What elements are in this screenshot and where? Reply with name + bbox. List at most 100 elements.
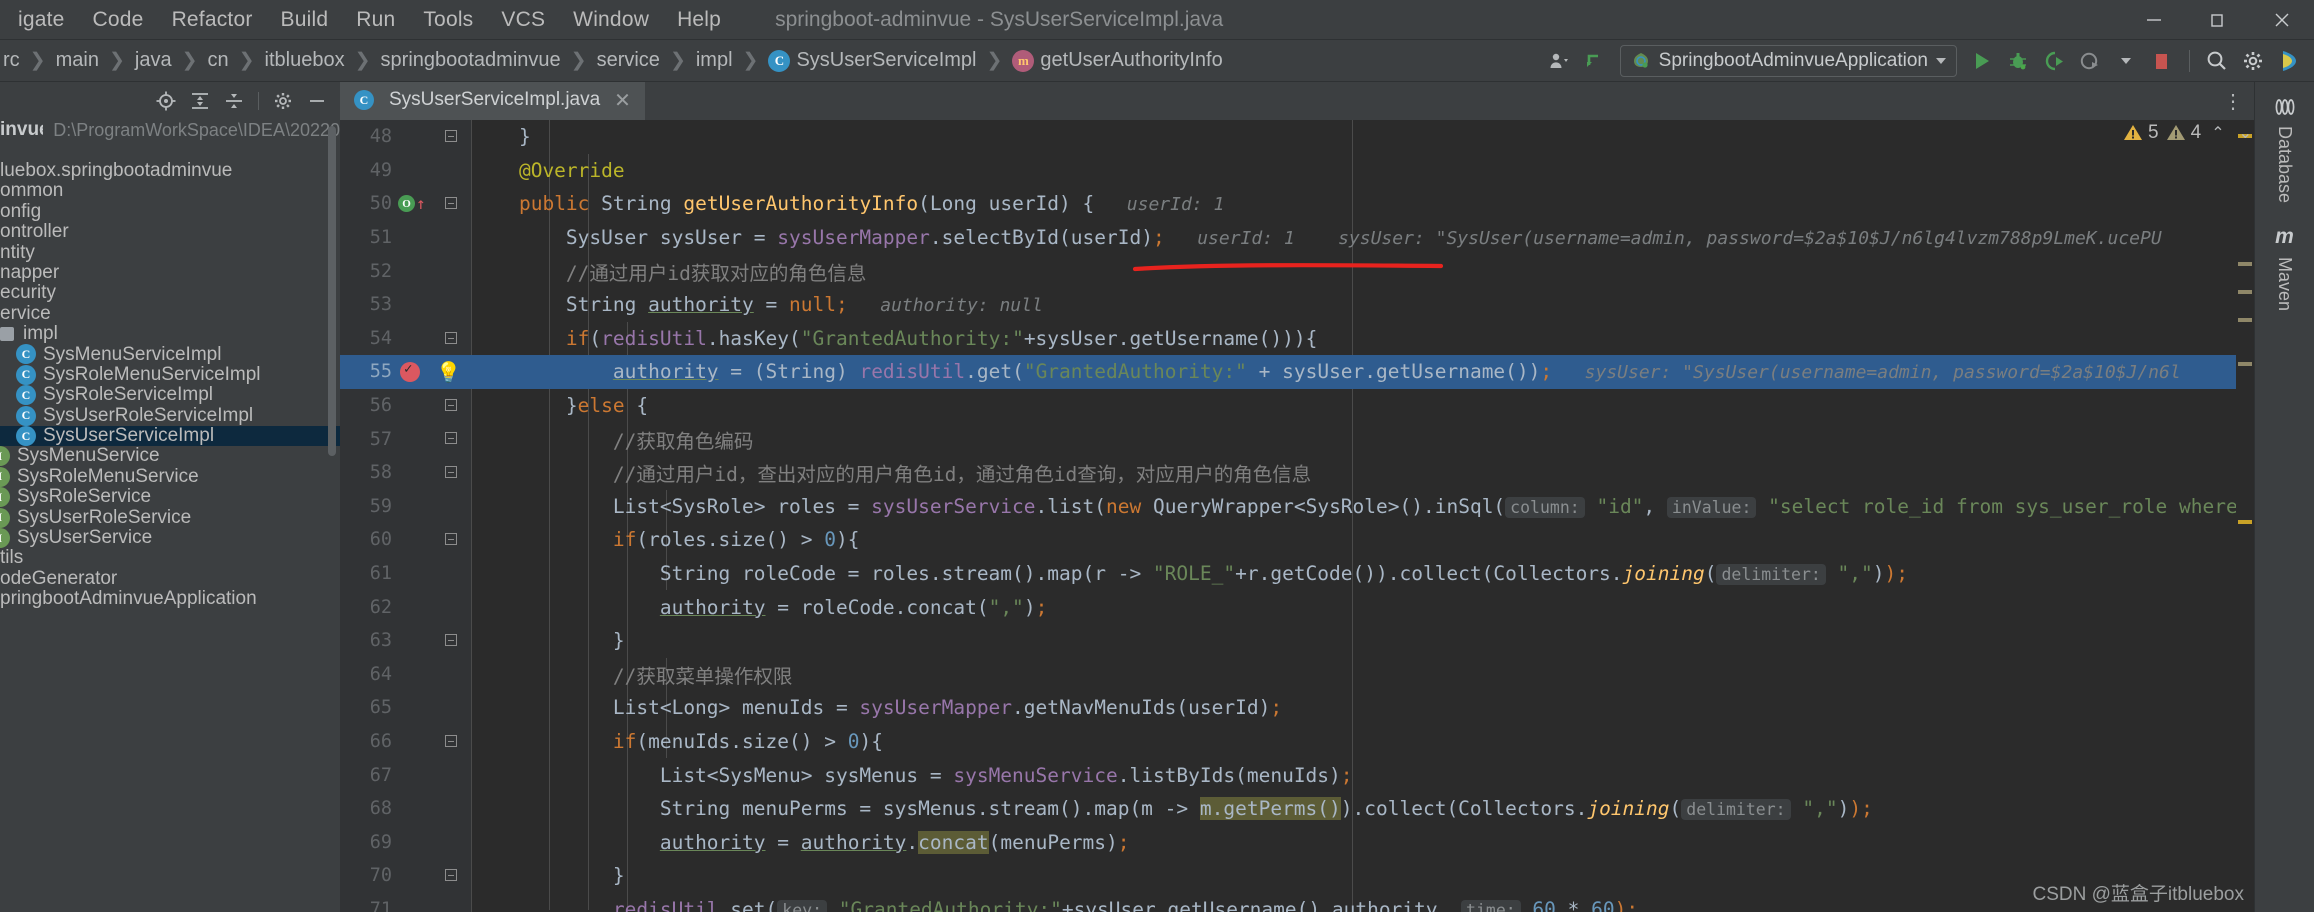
tree-item-common[interactable]: ommon [0, 180, 340, 201]
minimize-button[interactable] [2122, 0, 2186, 40]
error-stripe[interactable] [2236, 120, 2254, 912]
code-line[interactable]: 49 @Override [340, 154, 2254, 188]
menu-item-build[interactable]: Build [267, 6, 343, 34]
code-line[interactable]: 64 //获取菜单操作权限 [340, 658, 2254, 692]
code-line[interactable]: 53 String authority = null; authority: n… [340, 288, 2254, 322]
code-line[interactable]: 58 //通过用户id，查出对应的用户角色id，通过角色id查询，对应用户的角色… [340, 456, 2254, 490]
run-icon[interactable] [1965, 44, 1999, 78]
fold-marker-icon[interactable] [443, 632, 459, 648]
tree-item-security[interactable]: ecurity [0, 282, 340, 303]
select-opened-file-icon[interactable] [151, 86, 181, 116]
breadcrumb-item-itbluebox[interactable]: itbluebox [262, 48, 348, 73]
code-line[interactable]: 56 }else { [340, 389, 2254, 423]
fold-marker-icon[interactable] [443, 867, 459, 883]
code-editor[interactable]: 48 } 49 @Override 50 O ↑ public String g… [340, 120, 2254, 912]
vcs-update-icon[interactable] [1578, 44, 1612, 78]
menu-item-vcs[interactable]: VCS [487, 6, 559, 34]
fold-marker-icon[interactable] [443, 397, 459, 413]
inspection-widget[interactable]: 5 4 ⌃ ⌄ [2122, 122, 2256, 144]
breadcrumb-item-impl[interactable]: impl [693, 48, 736, 73]
breadcrumb-item-cn[interactable]: cn [205, 48, 232, 73]
warning-count[interactable]: 5 [2122, 122, 2159, 144]
code-line[interactable]: 50 O ↑ public String getUserAuthorityInfo… [340, 187, 2254, 221]
breadcrumb-item-class[interactable]: C SysUserServiceImpl [765, 48, 979, 73]
code-line[interactable]: 52 //通过用户id获取对应的角色信息 [340, 254, 2254, 288]
collapse-all-icon[interactable] [219, 86, 249, 116]
fold-marker-icon[interactable] [443, 195, 459, 211]
run-coverage-icon[interactable] [2037, 44, 2071, 78]
fold-marker-icon[interactable] [443, 430, 459, 446]
menu-item-run[interactable]: Run [342, 6, 409, 34]
override-gutter-icon[interactable]: O ↑ [398, 195, 426, 213]
menu-item-tools[interactable]: Tools [409, 6, 487, 34]
breadcrumb-item-method[interactable]: m getUserAuthorityInfo [1009, 48, 1225, 73]
breadcrumb-item-main[interactable]: main [53, 48, 102, 73]
next-problem-icon[interactable]: ⌄ [2235, 123, 2256, 143]
close-button[interactable] [2250, 0, 2314, 40]
breakpoint-icon[interactable] [400, 361, 420, 383]
code-line[interactable]: 71 redisUtil.set(key: "GrantedAuthority:… [340, 893, 2254, 912]
menu-item-help[interactable]: Help [663, 6, 735, 34]
account-icon[interactable] [1542, 44, 1576, 78]
fold-marker-icon[interactable] [443, 128, 459, 144]
tree-item-entity[interactable]: ntity [0, 242, 340, 263]
code-line-current[interactable]: 55 💡 authority = (String) redisUtil.get(… [340, 355, 2254, 389]
stop-icon[interactable] [2145, 44, 2179, 78]
debug-icon[interactable] [2001, 44, 2035, 78]
tool-window-maven[interactable]: m Maven [2270, 217, 2299, 319]
breadcrumb-item-java[interactable]: java [132, 48, 175, 73]
code-line[interactable]: 48 } [340, 120, 2254, 154]
breadcrumb-item-src[interactable]: rc [0, 48, 23, 73]
code-line[interactable]: 57 //获取角色编码 [340, 422, 2254, 456]
code-line[interactable]: 66 if(menuIds.size() > 0){ [340, 725, 2254, 759]
menu-item-code[interactable]: Code [79, 6, 158, 34]
code-line[interactable]: 60 if(roles.size() > 0){ [340, 523, 2254, 557]
tree-item-sysuserroleserviceimpl[interactable]: C SysUserRoleServiceImpl [0, 405, 340, 426]
tree-item-sysrolemenuservice[interactable]: I SysRoleMenuService [0, 466, 340, 487]
code-line[interactable]: 59 List<SysRole> roles = sysUserService.… [340, 490, 2254, 524]
project-root-row[interactable]: invue D:\ProgramWorkSpace\IDEA\20220 [0, 119, 340, 140]
code-line[interactable]: 68 String menuPerms = sysMenus.stream().… [340, 792, 2254, 826]
tree-item-controller[interactable]: ontroller [0, 221, 340, 242]
menu-item-navigate[interactable]: igate [4, 6, 79, 34]
tool-window-database[interactable]: Database [2270, 88, 2300, 211]
tree-item-sysuserroleservice[interactable]: I SysUserRoleService [0, 507, 340, 528]
fold-marker-icon[interactable] [443, 531, 459, 547]
ide-assistant-icon[interactable] [2272, 44, 2306, 78]
profile-icon[interactable] [2073, 44, 2107, 78]
profile-dropdown-icon[interactable] [2109, 44, 2143, 78]
tree-item-sysroleservice[interactable]: I SysRoleService [0, 486, 340, 507]
tree-item-sysrolemenuserviceimpl[interactable]: C SysRoleMenuServiceImpl [0, 364, 340, 385]
menu-item-refactor[interactable]: Refactor [158, 6, 267, 34]
tree-item-springbootadminvueapplication[interactable]: pringbootAdminvueApplication [0, 588, 340, 609]
tree-item-sysmenuservice[interactable]: I SysMenuService [0, 445, 340, 466]
maximize-button[interactable] [2186, 0, 2250, 40]
intention-bulb-icon[interactable]: 💡 [436, 361, 461, 383]
settings-icon[interactable] [2236, 44, 2270, 78]
code-line[interactable]: 63 } [340, 624, 2254, 658]
tree-item-sysuserservice[interactable]: I SysUserService [0, 527, 340, 548]
code-line[interactable]: 54 if(redisUtil.hasKey("GrantedAuthority… [340, 322, 2254, 356]
fold-marker-icon[interactable] [443, 330, 459, 346]
code-line[interactable]: 67 List<SysMenu> sysMenus = sysMenuServi… [340, 758, 2254, 792]
code-line[interactable]: 69 authority = authority.concat(menuPerm… [340, 825, 2254, 859]
tree-item-codegenerator[interactable]: odeGenerator [0, 568, 340, 589]
hide-panel-icon[interactable] [302, 86, 332, 116]
code-line[interactable]: 51 SysUser sysUser = sysUserMapper.selec… [340, 221, 2254, 255]
run-configuration-selector[interactable]: SpringbootAdminvueApplication [1619, 45, 1957, 77]
code-line[interactable]: 62 authority = roleCode.concat(","); [340, 590, 2254, 624]
tree-item-service[interactable]: ervice [0, 303, 340, 324]
tree-item-mapper[interactable]: napper [0, 262, 340, 283]
tree-item-utils[interactable]: tils [0, 547, 340, 568]
menu-item-window[interactable]: Window [559, 6, 663, 34]
tab-sysuserserviceimpl-java[interactable]: C SysUserServiceImpl.java ✕ [340, 82, 645, 120]
expand-all-icon[interactable] [185, 86, 215, 116]
tree-item-config[interactable]: onfig [0, 201, 340, 222]
tab-options-icon[interactable]: ⋮ [2218, 82, 2248, 120]
code-line[interactable]: 61 String roleCode = roles.stream().map(… [340, 557, 2254, 591]
fold-marker-icon[interactable] [443, 464, 459, 480]
code-line[interactable]: 70 } [340, 859, 2254, 893]
project-panel-scrollbar[interactable] [328, 126, 336, 456]
tree-item-sysuserserviceimpl[interactable]: C SysUserServiceImpl [0, 425, 340, 447]
code-line[interactable]: 65 List<Long> menuIds = sysUserMapper.ge… [340, 691, 2254, 725]
